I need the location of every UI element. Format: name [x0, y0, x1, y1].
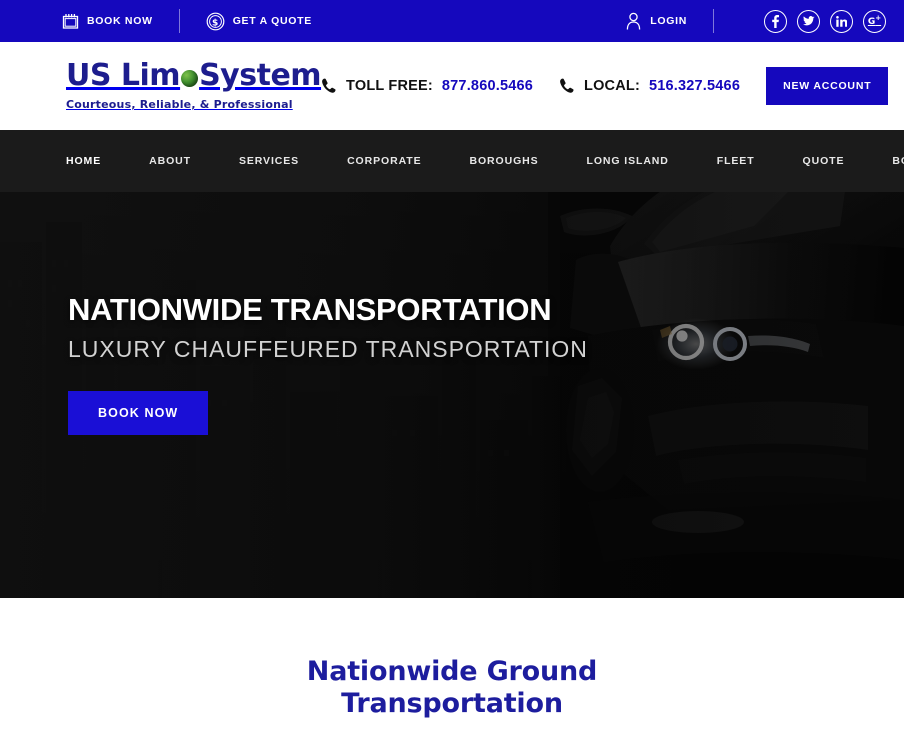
nav-item-book-online[interactable]: BOOK ONLINE: [868, 155, 904, 167]
hero-banner: HOME ABOUT SERVICES CORPORATE BOROUGHS L…: [0, 130, 904, 598]
logo-text-before: US Lim: [66, 58, 181, 93]
topbar-right-group: LOGIN G+: [625, 9, 886, 33]
logo-tagline: Courteous, Reliable, & Professional: [66, 98, 293, 111]
site-logo[interactable]: US Lim System Courteous, Reliable, & Prof…: [66, 58, 322, 112]
hero-subtitle: LUXURY CHAUFFEURED TRANSPORTATION: [68, 335, 588, 362]
logo-wordmark: US Lim System: [66, 58, 322, 93]
book-now-top-link[interactable]: BOOK NOW: [62, 13, 153, 30]
nav-item-boroughs[interactable]: BOROUGHS: [446, 155, 563, 167]
toll-free-label: TOLL FREE:: [346, 78, 433, 94]
main-navigation: HOME ABOUT SERVICES CORPORATE BOROUGHS L…: [0, 130, 904, 192]
nav-list: HOME ABOUT SERVICES CORPORATE BOROUGHS L…: [66, 155, 904, 167]
nav-item-quote[interactable]: QUOTE: [779, 155, 869, 167]
get-a-quote-label: GET A QUOTE: [232, 15, 312, 27]
globe-icon: [181, 69, 199, 87]
login-label: LOGIN: [650, 15, 687, 27]
intro-section: Nationwide Ground Transportation: [0, 598, 904, 736]
site-header: US Lim System Courteous, Reliable, & Prof…: [0, 42, 904, 130]
login-link[interactable]: LOGIN: [625, 12, 687, 30]
svg-text:$: $: [212, 18, 219, 28]
googleplus-icon[interactable]: G+: [863, 9, 886, 33]
hero-content: NATIONWIDE TRANSPORTATION LUXURY CHAUFFE…: [0, 192, 904, 435]
user-icon: [625, 12, 642, 30]
top-utility-bar: BOOK NOW $ GET A QUOTE LOGIN G+: [0, 0, 904, 42]
header-contact-group: TOLL FREE: 877.860.5466 LOCAL: 516.327.5…: [321, 67, 889, 105]
nav-item-fleet[interactable]: FLEET: [693, 155, 779, 167]
phone-icon-local: [559, 78, 575, 94]
topbar-left-group: BOOK NOW $ GET A QUOTE: [62, 9, 312, 33]
social-links: G+: [764, 9, 886, 33]
phone-icon: [321, 78, 337, 94]
nav-item-corporate[interactable]: CORPORATE: [323, 155, 445, 167]
get-a-quote-link[interactable]: $ GET A QUOTE: [206, 12, 312, 31]
local-number: 516.327.5466: [648, 78, 741, 94]
book-now-top-label: BOOK NOW: [87, 15, 153, 27]
section-title: Nationwide Ground Transportation: [306, 656, 598, 719]
twitter-icon[interactable]: [797, 9, 820, 33]
nav-item-about[interactable]: ABOUT: [125, 155, 215, 167]
facebook-icon[interactable]: [764, 9, 787, 33]
hero-title: NATIONWIDE TRANSPORTATION: [68, 292, 552, 327]
toll-free-number: 877.860.5466: [441, 78, 534, 94]
linkedin-icon[interactable]: [830, 9, 853, 33]
nav-item-home[interactable]: HOME: [66, 155, 125, 167]
logo-text-after: System: [199, 58, 322, 93]
topbar-divider: [178, 9, 180, 33]
nav-item-services[interactable]: SERVICES: [215, 155, 323, 167]
new-account-button[interactable]: NEW ACCOUNT: [766, 67, 889, 105]
toll-free-phone[interactable]: TOLL FREE: 877.860.5466: [321, 78, 533, 94]
hero-book-now-button[interactable]: BOOK NOW: [68, 390, 209, 435]
nav-item-long-island[interactable]: LONG ISLAND: [563, 155, 693, 167]
local-label: LOCAL:: [584, 78, 640, 94]
topbar-divider-right: [713, 9, 714, 33]
dollar-coin-icon: $: [206, 12, 225, 31]
local-phone[interactable]: LOCAL: 516.327.5466: [559, 78, 740, 94]
calendar-icon: [62, 13, 79, 30]
